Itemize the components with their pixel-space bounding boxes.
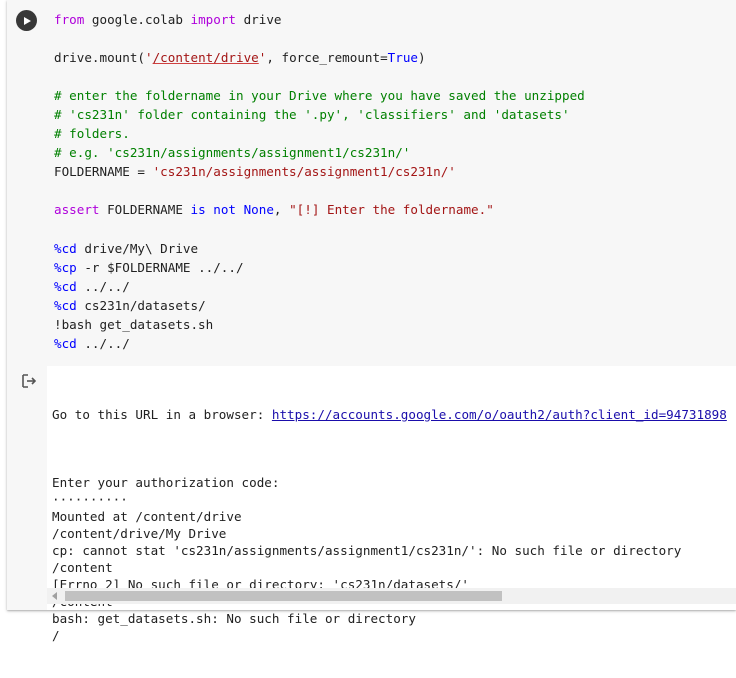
code-token: %cd: [54, 278, 77, 294]
code-token: # e.g. 'cs231n/assignments/assignment1/c…: [54, 145, 411, 161]
scroll-left-icon[interactable]: [52, 592, 57, 600]
code-token: drive: [236, 12, 282, 27]
code-token: %cp: [54, 259, 77, 275]
code-token: assert: [54, 202, 100, 218]
code-token: ../../: [76, 335, 130, 351]
code-token: # 'cs231n' folder containing the '.py', …: [54, 107, 570, 123]
code-token: , force_remount=: [266, 50, 388, 66]
output-line: Enter your authorization code:: [52, 475, 280, 490]
output-line: /content: [52, 560, 113, 575]
code-line: !bash get_datasets.sh: [54, 315, 736, 334]
code-token: 'cs231n/assignments/assignment1/cs231n/': [152, 164, 456, 180]
output-url-prefix: Go to this URL in a browser:: [52, 407, 272, 422]
code-token: FOLDERNAME =: [54, 164, 153, 180]
horizontal-scrollbar[interactable]: [47, 588, 736, 604]
auth-url-link[interactable]: https://accounts.google.com/o/oauth2/aut…: [272, 407, 727, 422]
code-line: from google.colab import drive: [54, 10, 736, 29]
code-token: !bash get_datasets.sh: [54, 316, 214, 332]
code-token: "[!] Enter the foldername.": [289, 202, 494, 218]
scrollbar-thumb[interactable]: [65, 591, 502, 601]
code-token: FOLDERNAME: [99, 202, 191, 218]
cell-gutter: [7, 0, 47, 610]
code-line: # folders.: [54, 124, 736, 143]
code-token: is not None: [190, 202, 274, 218]
code-token: drive.mount(: [54, 50, 145, 66]
code-token: import: [190, 12, 237, 27]
code-line: # 'cs231n' folder containing the '.py', …: [54, 105, 736, 124]
code-token: %cd: [54, 335, 77, 351]
code-token: %cd: [54, 297, 77, 313]
code-token: ': [145, 50, 153, 66]
code-cell[interactable]: from google.colab import drive drive.mou…: [7, 0, 736, 643]
code-token: from: [54, 12, 85, 27]
code-line: %cd drive/My\ Drive: [54, 239, 736, 258]
output-url-line: Go to this URL in a browser: https://acc…: [52, 406, 736, 423]
code-token: google.colab: [84, 12, 191, 27]
code-editor[interactable]: from google.colab import drive drive.mou…: [54, 10, 736, 353]
output-line: Mounted at /content/drive: [52, 509, 242, 524]
code-line: drive.mount('/content/drive', force_remo…: [54, 48, 736, 67]
code-line: FOLDERNAME = 'cs231n/assignments/assignm…: [54, 162, 736, 181]
code-token: ../../: [76, 278, 130, 294]
output-line: /content/drive/My Drive: [52, 526, 227, 541]
code-line: # e.g. 'cs231n/assignments/assignment1/c…: [54, 143, 736, 162]
code-token: %cd: [54, 240, 77, 256]
code-line: %cd ../../: [54, 277, 736, 296]
output-line: /: [52, 628, 60, 643]
code-line: # enter the foldername in your Drive whe…: [54, 86, 736, 105]
output-text: Go to this URL in a browser: https://acc…: [52, 372, 736, 678]
code-token: cs231n/datasets/: [76, 297, 206, 313]
code-token: # folders.: [54, 126, 130, 142]
code-line: %cd cs231n/datasets/: [54, 296, 736, 315]
code-token: ,: [273, 202, 290, 218]
code-token: drive/My\ Drive: [76, 240, 199, 256]
run-cell-button[interactable]: [16, 10, 37, 31]
output-line: ··········: [52, 492, 128, 507]
code-token: True: [387, 50, 419, 66]
play-icon: [23, 16, 31, 25]
code-token: /content/drive: [152, 50, 259, 66]
output-arrow-icon[interactable]: [21, 374, 37, 388]
output-line: cp: cannot stat 'cs231n/assignments/assi…: [52, 543, 682, 558]
code-token: ): [418, 50, 426, 66]
output-line: bash: get_datasets.sh: No such file or d…: [52, 611, 416, 626]
code-line: %cp -r $FOLDERNAME ../../: [54, 258, 736, 277]
code-line: %cd ../../: [54, 334, 736, 353]
code-line: assert FOLDERNAME is not None, "[!] Ente…: [54, 200, 736, 219]
code-token: -r $FOLDERNAME ../../: [76, 259, 244, 275]
code-token: # enter the foldername in your Drive whe…: [54, 88, 585, 104]
